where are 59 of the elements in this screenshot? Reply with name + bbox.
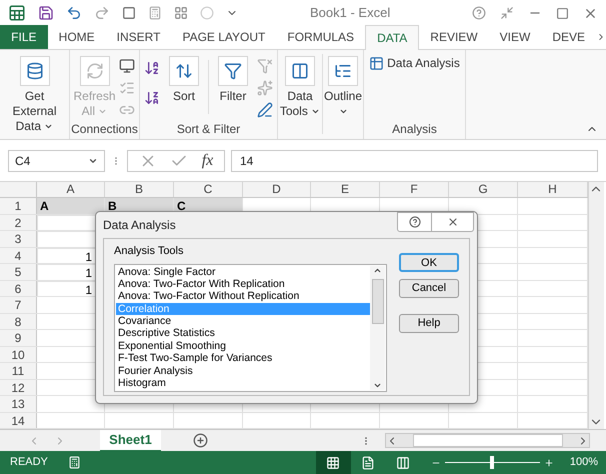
row-header[interactable]: 4 xyxy=(0,248,37,263)
table-cell: A xyxy=(37,198,105,214)
zoom-level[interactable]: 100% xyxy=(570,454,598,471)
ribbon-tab[interactable]: INSERT xyxy=(106,25,172,49)
row-header[interactable]: 13 xyxy=(0,396,37,412)
list-item[interactable]: Anova: Two-Factor Without Replication xyxy=(116,290,370,303)
ribbon-tab[interactable]: REVIEW xyxy=(419,25,489,49)
row-header[interactable]: 12 xyxy=(0,380,37,395)
row-header[interactable]: 2 xyxy=(0,214,37,230)
file-tab[interactable]: FILE xyxy=(0,25,48,49)
name-box[interactable]: C4 xyxy=(8,150,105,172)
row-header[interactable]: 14 xyxy=(0,412,37,428)
dialog-title: Data Analysis xyxy=(103,217,176,234)
list-item[interactable]: Descriptive Statistics xyxy=(116,327,370,340)
column-header[interactable]: C xyxy=(174,182,243,197)
row-header[interactable]: 10 xyxy=(0,346,37,362)
dialog-button[interactable]: OK xyxy=(399,253,459,272)
list-item[interactable]: Anova: Single Factor xyxy=(116,266,370,278)
column-header[interactable]: E xyxy=(311,182,380,197)
ribbon-tab[interactable]: DEVE xyxy=(541,25,596,49)
ribbon-button[interactable]: Get External Data xyxy=(2,54,68,134)
list-item[interactable]: F-Test Two-Sample for Variances xyxy=(116,352,370,365)
group-label: Connections xyxy=(71,122,138,136)
column-header[interactable]: G xyxy=(449,182,518,197)
row-header[interactable]: 5 xyxy=(0,264,37,280)
row-header[interactable]: 8 xyxy=(0,314,37,329)
row-header[interactable]: 6 xyxy=(0,280,37,296)
ribbon-tab[interactable]: PAGE LAYOUT xyxy=(171,25,276,49)
window-title: Book1 - Excel xyxy=(310,4,390,22)
ribbon-tab[interactable]: VIEW xyxy=(488,25,542,49)
row-header[interactable]: 11 xyxy=(0,363,37,378)
row-header[interactable]: 1 xyxy=(0,198,37,214)
column-header[interactable]: B xyxy=(105,182,174,197)
ribbon-tab[interactable]: DATA xyxy=(365,25,420,50)
row-header[interactable]: 9 xyxy=(0,330,37,346)
dialog-button[interactable]: Help xyxy=(399,314,459,333)
column-header[interactable]: F xyxy=(380,182,449,197)
list-item[interactable]: Covariance xyxy=(116,315,370,328)
column-header[interactable]: A xyxy=(37,182,105,197)
ribbon-button[interactable]: Outline xyxy=(323,54,363,134)
column-header[interactable]: D xyxy=(243,182,311,197)
group-label: Analysis xyxy=(392,122,437,136)
list-item[interactable]: Histogram xyxy=(116,377,370,390)
ribbon-button[interactable]: Data Analysis xyxy=(369,54,460,72)
ribbon-tab[interactable]: FORMULAS xyxy=(276,25,366,49)
row-header[interactable]: 3 xyxy=(0,231,37,246)
group-label: Analysis Tools xyxy=(114,244,184,259)
list-item[interactable]: Anova: Two-Factor With Replication xyxy=(116,278,370,290)
ribbon-tab[interactable]: HOME xyxy=(48,25,106,49)
formula-field[interactable]: 14 xyxy=(231,150,598,172)
group-label: Sort & Filter xyxy=(176,122,240,136)
ribbon-button[interactable]: Data Tools xyxy=(278,54,322,134)
list-item[interactable]: Exponential Smoothing xyxy=(116,340,370,352)
sheet-tab[interactable]: Sheet1 xyxy=(100,430,161,452)
insert-function-button[interactable]: fx xyxy=(202,149,214,173)
list-item[interactable]: Fourier Analysis xyxy=(116,364,370,378)
dialog-button[interactable]: Cancel xyxy=(399,279,459,298)
row-header[interactable]: 7 xyxy=(0,297,37,312)
status-text: READY xyxy=(10,455,48,470)
